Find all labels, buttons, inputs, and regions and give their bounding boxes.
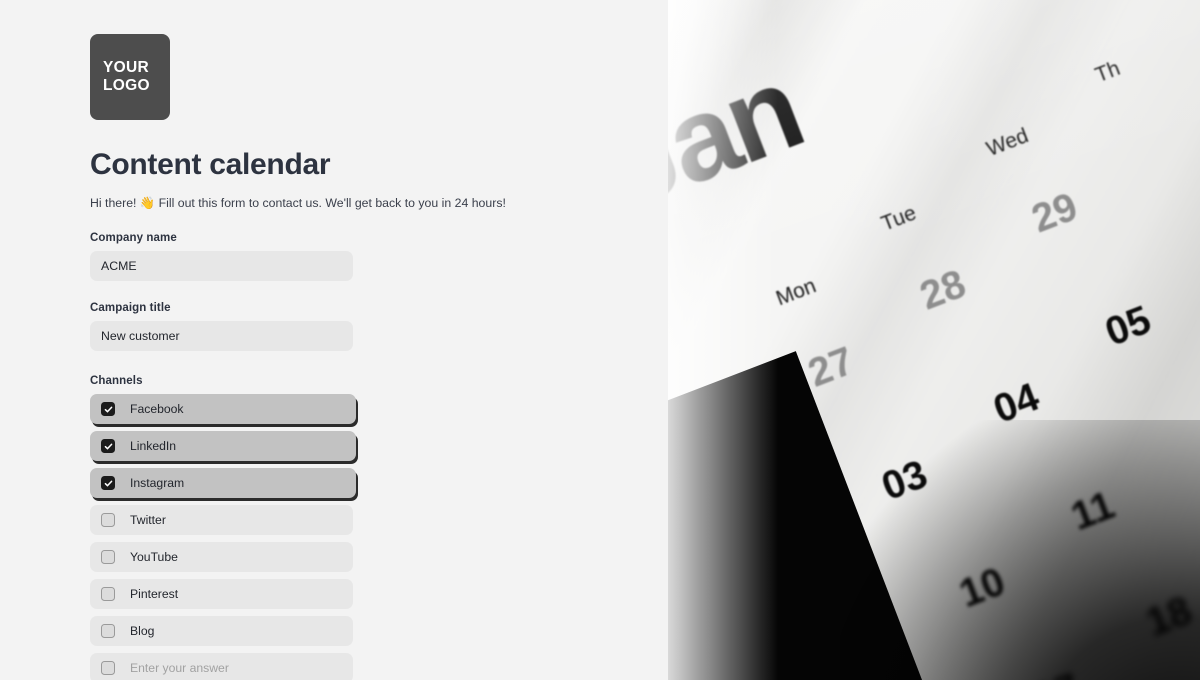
- calendar-weekday-tue: Tue: [878, 201, 920, 236]
- photo-dark-corner: [840, 420, 1200, 680]
- calendar-day-05: 05: [1099, 297, 1157, 355]
- calendar-photo: Jan Mon Tue Wed Th 27 28 29 03 04 05 10 …: [668, 0, 1200, 680]
- checkbox-unchecked-icon[interactable]: [101, 624, 115, 638]
- channel-option-twitter[interactable]: Twitter: [90, 505, 353, 535]
- logo: YOUR LOGO: [90, 34, 170, 120]
- checkbox-unchecked-icon[interactable]: [101, 587, 115, 601]
- checkbox-checked-icon[interactable]: [101, 402, 115, 416]
- photo-left-highlight: [668, 0, 778, 680]
- page-subtitle: Hi there! 👋 Fill out this form to contac…: [90, 196, 506, 210]
- channel-option-label: Instagram: [130, 476, 185, 490]
- logo-line-2: LOGO: [103, 77, 150, 94]
- channel-option-linkedin[interactable]: LinkedIn: [90, 431, 356, 461]
- calendar-day-28: 28: [914, 261, 972, 319]
- channel-option-label: Blog: [130, 624, 155, 638]
- field-label-channels: Channels: [90, 375, 143, 387]
- checkbox-checked-icon[interactable]: [101, 439, 115, 453]
- channel-option-label: Facebook: [130, 402, 184, 416]
- channel-option-youtube[interactable]: YouTube: [90, 542, 353, 572]
- form-content: YOUR LOGO Content calendar Hi there! 👋 F…: [90, 34, 520, 680]
- channel-option-label: Pinterest: [130, 587, 179, 601]
- field-company-name: Company name: [90, 232, 520, 281]
- form-panel: YOUR LOGO Content calendar Hi there! 👋 F…: [0, 0, 668, 680]
- channel-option-instagram[interactable]: Instagram: [90, 468, 356, 498]
- calendar-weekday-thu: Th: [1092, 56, 1124, 88]
- field-label-company-name: Company name: [90, 232, 177, 244]
- channel-option-list: Facebook LinkedIn Instagram Twitter YouTube P…: [90, 394, 520, 680]
- checkbox-unchecked-icon[interactable]: [101, 550, 115, 564]
- page-title: Content calendar: [90, 148, 331, 181]
- channel-option-enter-your-answer[interactable]: Enter your answer: [90, 653, 353, 680]
- calendar-day-29: 29: [1025, 184, 1084, 242]
- field-campaign-title: Campaign title: [90, 302, 520, 351]
- campaign-title-input[interactable]: [90, 321, 353, 351]
- form-landing-page: YOUR LOGO Content calendar Hi there! 👋 F…: [0, 0, 1200, 680]
- calendar-weekday-wed: Wed: [983, 124, 1032, 161]
- field-label-campaign-title: Campaign title: [90, 302, 171, 314]
- channel-option-pinterest[interactable]: Pinterest: [90, 579, 353, 609]
- company-name-input[interactable]: [90, 251, 353, 281]
- channel-option-facebook[interactable]: Facebook: [90, 394, 356, 424]
- checkbox-unchecked-icon[interactable]: [101, 661, 115, 675]
- calendar-weekday-mon: Mon: [772, 274, 820, 311]
- channel-option-label: Enter your answer: [130, 661, 229, 675]
- logo-line-1: YOUR: [103, 59, 149, 76]
- checkbox-unchecked-icon[interactable]: [101, 513, 115, 527]
- channel-option-label: Twitter: [130, 513, 166, 527]
- field-channels: Channels Facebook LinkedIn Instagram Twitte…: [90, 375, 520, 680]
- channel-option-label: YouTube: [130, 550, 178, 564]
- channel-option-blog[interactable]: Blog: [90, 616, 353, 646]
- checkbox-checked-icon[interactable]: [101, 476, 115, 490]
- calendar-day-27: 27: [802, 338, 860, 396]
- channel-option-label: LinkedIn: [130, 439, 177, 453]
